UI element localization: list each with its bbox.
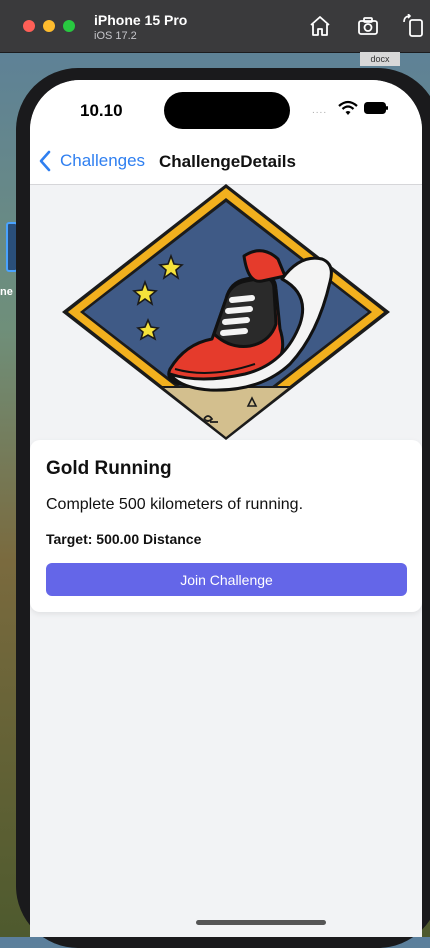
status-time: 10.10 bbox=[80, 101, 123, 120]
back-button[interactable]: Challenges bbox=[38, 150, 145, 172]
zoom-window-button[interactable] bbox=[63, 20, 75, 32]
challenge-badge-image bbox=[30, 184, 422, 440]
running-shoe-badge-icon bbox=[62, 184, 390, 440]
wifi-icon bbox=[338, 100, 358, 115]
navigation-bar: Challenges ChallengeDetails bbox=[30, 136, 422, 185]
back-button-label: Challenges bbox=[60, 151, 146, 170]
os-version: iOS 17.2 bbox=[94, 30, 137, 42]
signal-dots: .... bbox=[312, 105, 328, 116]
screenshot-icon[interactable] bbox=[356, 14, 380, 38]
chevron-left-icon bbox=[39, 150, 51, 172]
join-challenge-button[interactable]: Join Challenge bbox=[46, 563, 407, 596]
minimize-window-button[interactable] bbox=[43, 20, 55, 32]
challenge-details-card: Gold Running Complete 500 kilometers of … bbox=[30, 440, 422, 612]
challenge-target: Target: 500.00 Distance bbox=[46, 531, 202, 547]
challenge-title: Gold Running bbox=[46, 458, 172, 479]
simulator-titlebar: iPhone 15 Pro iOS 17.2 bbox=[0, 0, 430, 53]
dynamic-island bbox=[164, 92, 290, 129]
rotate-icon[interactable] bbox=[402, 14, 426, 38]
device-name: iPhone 15 Pro bbox=[94, 12, 188, 28]
home-icon[interactable] bbox=[308, 14, 332, 38]
close-window-button[interactable] bbox=[23, 20, 35, 32]
status-bar: 10.10 .... bbox=[30, 80, 422, 136]
phone-screen: 10.10 .... Challenges ChallengeDetails G… bbox=[30, 80, 422, 937]
desktop-edge-label: ne bbox=[0, 286, 13, 298]
challenge-description: Complete 500 kilometers of running. bbox=[46, 496, 304, 513]
battery-icon bbox=[364, 102, 388, 114]
page-title: ChallengeDetails bbox=[159, 152, 296, 171]
desktop-file-chip: docx bbox=[360, 52, 400, 66]
home-indicator[interactable] bbox=[196, 920, 326, 925]
